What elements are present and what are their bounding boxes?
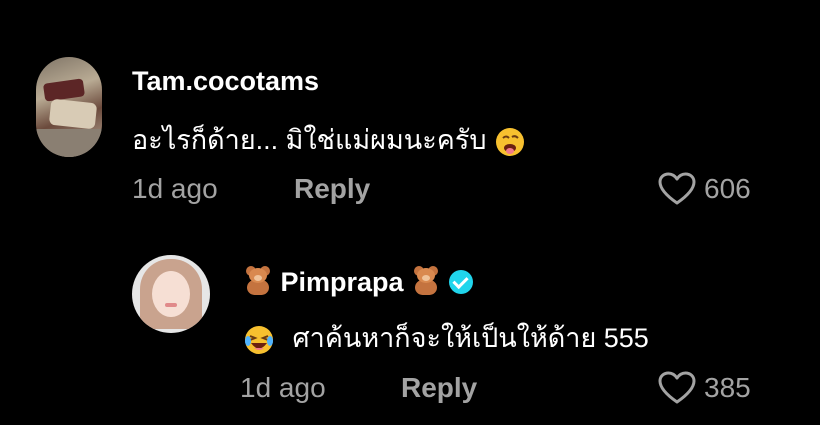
avatar-shape: [152, 271, 190, 317]
like-button[interactable]: 606: [658, 172, 751, 206]
reply-timestamp: 1d ago: [240, 372, 326, 403]
comment-username[interactable]: Tam.cocotams: [132, 66, 319, 97]
reply-username[interactable]: Pimprapa: [281, 267, 404, 297]
teddy-bear-emoji: [411, 265, 441, 295]
comment-timestamp: 1d ago: [132, 173, 218, 204]
avatar[interactable]: [132, 255, 210, 333]
avatar-shape: [36, 129, 102, 157]
reply-text-row: ศาค้นหาก็จะให้เป็นให้ด้าย 555: [243, 316, 649, 359]
heart-icon: [658, 371, 696, 404]
reply-button[interactable]: Reply: [401, 372, 477, 404]
reply-button[interactable]: Reply: [294, 173, 370, 205]
comments-panel: Tam.cocotams อะไรก็ด้าย... มิใช่แม่ผมนะค…: [0, 0, 820, 425]
like-button[interactable]: 385: [658, 371, 751, 405]
like-count: 385: [704, 372, 751, 403]
face-with-tongue-emoji: [495, 127, 524, 156]
laughing-tears-emoji: [245, 325, 273, 354]
like-count: 606: [704, 173, 751, 204]
reply-username-row: Pimprapa: [243, 265, 473, 298]
heart-icon: [658, 172, 696, 205]
reply-text: ศาค้นหาก็จะให้เป็นให้ด้าย 555: [292, 323, 649, 353]
avatar-shape: [48, 98, 98, 130]
avatar-shape: [42, 78, 86, 102]
avatar-shape: [165, 303, 177, 307]
comment-text: อะไรก็ด้าย... มิใช่แม่ผมนะครับ: [132, 125, 487, 155]
avatar[interactable]: [36, 57, 102, 157]
verified-badge-icon: [448, 270, 473, 294]
comment-text-row: อะไรก็ด้าย... มิใช่แม่ผมนะครับ: [132, 118, 526, 161]
teddy-bear-emoji: [243, 265, 273, 295]
